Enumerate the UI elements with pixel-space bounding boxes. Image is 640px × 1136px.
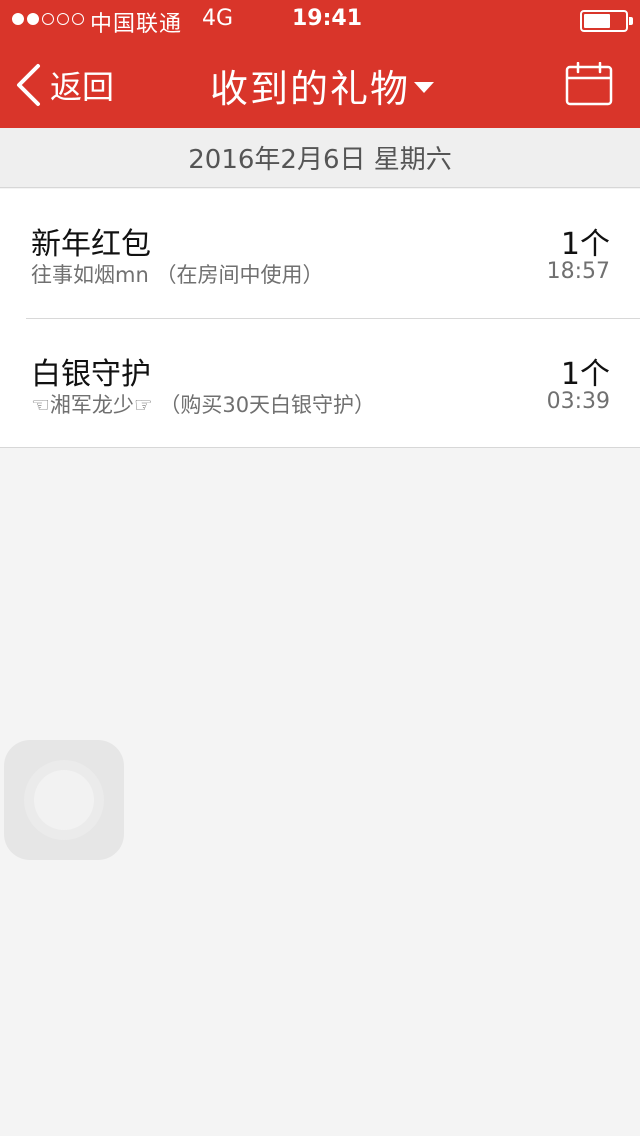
caret-down-icon — [414, 81, 435, 93]
chevron-left-icon — [17, 64, 40, 106]
gift-count: 1个 — [560, 227, 610, 262]
list-item[interactable]: 白银守护 ☜湘军龙少☞ （购买30天白银守护） 1个 03:39 — [26, 318, 640, 447]
status-time: 19:41 — [292, 6, 363, 31]
carrier-name: 中国联通 — [90, 12, 183, 37]
assistive-touch-button[interactable] — [4, 740, 124, 860]
list-item[interactable]: 新年红包 往事如烟mn （在房间中使用） 1个 18:57 — [0, 189, 640, 318]
network-type: 4G — [202, 6, 234, 31]
gift-time: 03:39 — [546, 389, 610, 414]
date-label: 2016年2月6日 星期六 — [188, 145, 452, 175]
back-label: 返回 — [50, 68, 115, 106]
signal-strength-icon — [12, 13, 84, 25]
date-header: 2016年2月6日 星期六 — [0, 128, 640, 188]
battery-icon — [580, 10, 633, 32]
gift-detail: ☜湘军龙少☞ （购买30天白银守护） — [31, 393, 376, 417]
status-bar: 中国联通 4G 19:41 — [0, 0, 640, 40]
calendar-icon[interactable] — [565, 62, 613, 106]
title-dropdown[interactable]: 收到的礼物 — [210, 60, 435, 111]
top-bar: 中国联通 4G 19:41 返回 收到的礼物 — [0, 0, 640, 128]
navigation-bar: 返回 收到的礼物 — [0, 40, 640, 128]
page-title: 收到的礼物 — [210, 66, 411, 111]
gift-time: 18:57 — [546, 259, 610, 284]
gift-count: 1个 — [560, 357, 610, 392]
gift-name: 新年红包 — [31, 227, 151, 262]
back-button[interactable]: 返回 — [14, 60, 114, 110]
gift-detail: 往事如烟mn （在房间中使用） — [31, 263, 324, 287]
gift-name: 白银守护 — [31, 357, 151, 392]
gift-list: 新年红包 往事如烟mn （在房间中使用） 1个 18:57 白银守护 ☜湘军龙少… — [0, 189, 640, 448]
